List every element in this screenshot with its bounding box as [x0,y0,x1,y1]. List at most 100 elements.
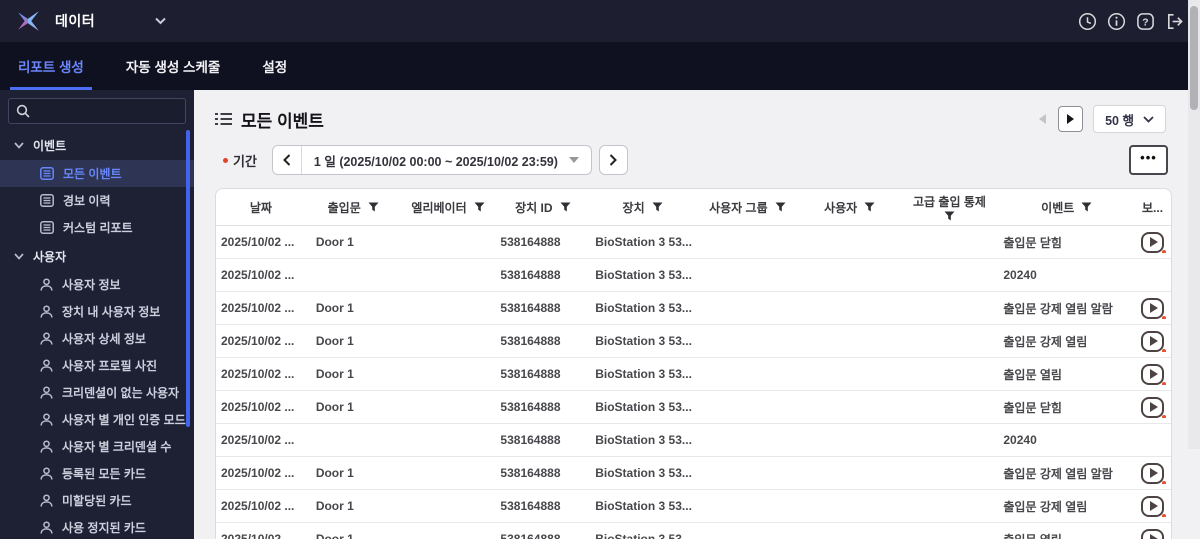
sidebar-item[interactable]: 사용자 프로필 사진 [0,352,194,379]
filter-icon[interactable] [560,202,571,212]
filter-icon[interactable] [1081,202,1092,212]
cell-video [1134,363,1171,385]
cell-video [1134,396,1171,418]
help-icon[interactable]: ? [1135,11,1155,31]
play-video-button[interactable] [1141,330,1167,352]
column-header[interactable]: 엘리베이터 [401,199,496,216]
user-icon [40,305,53,318]
sidebar-item[interactable]: 장치 내 사용자 정보 [0,298,194,325]
table-row[interactable]: 2025/10/02 ... Door 1 538164888 BioStation … [216,457,1171,490]
cell-device: BioStation 3 53... [595,400,692,414]
cell-device: BioStation 3 53... [595,334,692,348]
filter-icon[interactable] [652,202,663,212]
cell-device: BioStation 3 53... [595,466,692,480]
info-icon[interactable] [1106,11,1126,31]
table-row[interactable]: 2025/10/02 ... Door 1 538164888 BioStation … [216,292,1171,325]
cell-date: 2025/10/02 ... [221,268,295,282]
chevron-down-icon [1143,115,1154,123]
cell-device_id: 538164888 [500,433,561,447]
cell-device: BioStation 3 53... [595,268,692,282]
play-video-button[interactable] [1141,363,1167,385]
next-page-button[interactable] [1058,106,1084,132]
play-video-button[interactable] [1141,396,1167,418]
sidebar-search[interactable] [8,98,186,124]
table-row[interactable]: 2025/10/02 ... Door 1 538164888 BioStation … [216,523,1171,539]
rows-per-page-select[interactable]: 50 행 [1093,105,1166,133]
column-header[interactable]: 고급 출입 통제 [900,193,1000,221]
search-icon [16,104,30,118]
more-options-button[interactable]: ••• [1129,145,1168,175]
sidebar-item[interactable]: 사용자 상세 정보 [0,325,194,352]
cell-device_id: 538164888 [500,235,561,249]
table-row[interactable]: 2025/10/02 ... Door 1 538164888 BioStation … [216,226,1171,259]
search-input[interactable] [36,104,178,118]
column-header[interactable]: 사용자 [800,199,900,216]
cell-event: 20240 [1003,433,1037,447]
tab-0[interactable]: 리포트 생성 [10,42,92,90]
sidebar-item[interactable]: 모든 이벤트 [0,160,194,187]
sidebar-item[interactable]: 사용 정지된 카드 [0,514,194,539]
filter-icon[interactable] [864,202,875,212]
clock-icon[interactable] [1077,11,1097,31]
main-scrollbar[interactable] [1188,0,1200,449]
column-header[interactable]: 보... [1134,199,1171,216]
column-header[interactable]: 장치 ID [495,199,590,216]
prev-page-button[interactable] [1032,107,1052,131]
cell-door: Door 1 [315,235,354,249]
filter-icon[interactable] [368,202,379,212]
column-header[interactable]: 장치 [590,199,695,216]
column-header[interactable]: 이벤트 [999,199,1134,216]
required-dot [223,157,228,163]
chevron-down-icon [14,252,24,260]
sidebar-item[interactable]: 사용자 별 개인 인증 모드 [0,406,194,433]
filter-icon[interactable] [944,211,955,221]
caret-down-icon [568,157,579,163]
table-row[interactable]: 2025/10/02 ... 538164888 BioStation 3 53..… [216,259,1171,292]
cell-device: BioStation 3 53... [595,433,692,447]
sidebar-item[interactable]: 커스텀 리포트 [0,214,194,241]
table-row[interactable]: 2025/10/02 ... Door 1 538164888 BioStation … [216,391,1171,424]
top-bar: 데이터 ? [0,0,1200,42]
period-prev-button[interactable] [272,146,302,174]
play-video-button[interactable] [1141,231,1167,253]
table-row[interactable]: 2025/10/02 ... Door 1 538164888 BioStation … [216,325,1171,358]
cell-video [1134,330,1171,352]
filter-icon[interactable] [474,202,485,212]
sidebar-item[interactable]: 경보 이력 [0,187,194,214]
table-row[interactable]: 2025/10/02 ... Door 1 538164888 BioStation … [216,358,1171,391]
sidebar-item[interactable]: 미할당된 카드 [0,487,194,514]
play-video-button[interactable] [1141,495,1167,517]
app-menu-chevron-icon[interactable] [155,17,166,25]
period-next-button[interactable] [598,145,628,175]
period-select[interactable]: 1 일 (2025/10/02 00:00 ~ 2025/10/02 23:59… [302,146,591,174]
table-row[interactable]: 2025/10/02 ... 538164888 BioStation 3 53..… [216,424,1171,457]
sidebar-group[interactable]: 이벤트 [0,130,194,160]
user-icon [40,413,53,426]
sidebar-item[interactable]: 사용자 정보 [0,271,194,298]
sidebar-item[interactable]: 사용자 별 크리덴셜 수 [0,433,194,460]
cell-event: 출입문 닫힘 [1003,235,1062,250]
tab-1[interactable]: 자동 생성 스케줄 [118,42,228,90]
main-scrollbar-thumb[interactable] [1190,6,1198,110]
cell-device_id: 538164888 [500,400,561,414]
cell-device: BioStation 3 53... [595,301,692,315]
cell-date: 2025/10/02 ... [221,400,295,414]
cell-date: 2025/10/02 ... [221,334,295,348]
play-video-button[interactable] [1141,528,1165,539]
tab-2[interactable]: 설정 [254,42,295,90]
filter-icon[interactable] [775,202,786,212]
cell-date: 2025/10/02 ... [221,235,295,249]
app-logo-icon[interactable] [16,8,42,34]
play-video-button[interactable] [1141,297,1167,319]
sidebar-item[interactable]: 등록된 모든 카드 [0,460,194,487]
sidebar-group[interactable]: 사용자 [0,241,194,271]
column-header[interactable]: 출입문 [306,199,401,216]
column-header[interactable]: 사용자 그룹 [695,199,800,216]
sidebar-item[interactable]: 크리덴셜이 없는 사용자 [0,379,194,406]
table-row[interactable]: 2025/10/02 ... Door 1 538164888 BioStation … [216,490,1171,523]
play-video-button[interactable] [1141,462,1167,484]
logout-icon[interactable] [1164,11,1184,31]
cell-door: Door 1 [315,301,354,315]
sidebar-scrollbar[interactable] [186,130,190,427]
column-header[interactable]: 날짜 [216,199,306,216]
